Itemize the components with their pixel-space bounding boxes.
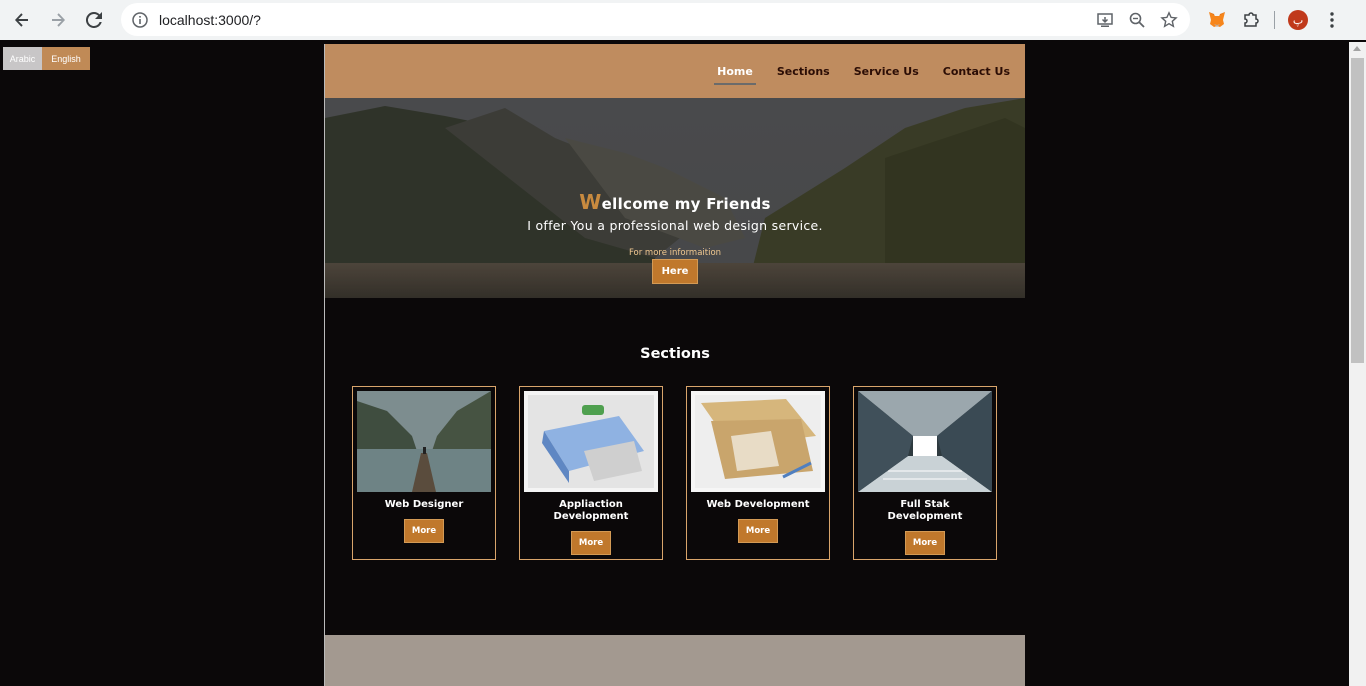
hero-banner: Wellcome my Friends I offer You a profes…	[325, 98, 1025, 298]
install-app-icon[interactable]	[1094, 9, 1116, 31]
hero-subtitle: I offer You a professional web design se…	[527, 218, 823, 233]
card-app-development: Appliaction Development More	[519, 386, 663, 560]
page-scrollbar[interactable]	[1349, 42, 1366, 686]
hero-here-button[interactable]: Here	[651, 259, 699, 284]
hero-title: Wellcome my Friends	[325, 190, 1025, 214]
nav-home[interactable]: Home	[714, 61, 756, 85]
forward-icon[interactable]	[40, 2, 76, 38]
card-full-stack: Full Stak Development More	[853, 386, 997, 560]
scrollbar-thumb[interactable]	[1351, 58, 1364, 363]
futuristic-tunnel-image	[858, 391, 992, 492]
card-title: Web Designer	[384, 499, 464, 510]
lang-arabic-button[interactable]: Arabic	[3, 47, 42, 70]
blue-binder-image	[524, 391, 658, 492]
card-title: Full Stak Development	[887, 499, 963, 522]
nav-service-us[interactable]: Service Us	[851, 61, 922, 82]
nav-contact-us[interactable]: Contact Us	[940, 61, 1013, 82]
site-info-icon[interactable]	[123, 3, 157, 36]
avatar-initial: پ	[1288, 10, 1308, 30]
browser-toolbar: localhost:3000/? پ	[0, 0, 1366, 40]
address-bar[interactable]: localhost:3000/?	[121, 3, 1190, 36]
card-web-development: Web Development More	[686, 386, 830, 560]
metamask-fox-icon[interactable]	[1200, 3, 1234, 37]
lake-landscape-image	[357, 391, 491, 492]
card-web-designer: Web Designer More	[352, 386, 496, 560]
card-title: Appliaction Development	[553, 499, 629, 522]
folder-with-pen-image	[691, 391, 825, 492]
extensions-puzzle-icon[interactable]	[1234, 3, 1268, 37]
menu-kebab-icon[interactable]	[1315, 3, 1349, 37]
top-navbar: Home Sections Service Us Contact Us	[325, 44, 1025, 98]
hero-title-rest: ellcome my Friends	[601, 195, 771, 213]
profile-avatar[interactable]: پ	[1281, 3, 1315, 37]
footer-section	[325, 635, 1025, 686]
reload-icon[interactable]	[76, 2, 112, 38]
hero-content: Wellcome my Friends I offer You a profes…	[325, 190, 1025, 284]
card-more-button[interactable]: More	[737, 519, 779, 543]
hero-more-text: For more informaition	[628, 248, 722, 258]
sections-title: Sections	[640, 346, 710, 362]
sections-cards: Web Designer More Appliaction Developmen…	[352, 386, 1002, 560]
scroll-up-arrow-icon[interactable]	[1353, 46, 1361, 51]
bookmark-star-icon[interactable]	[1158, 9, 1180, 31]
zoom-icon[interactable]	[1126, 9, 1148, 31]
back-icon[interactable]	[4, 2, 40, 38]
card-title: Web Development	[706, 499, 810, 510]
hero-title-first-letter: W	[579, 190, 602, 214]
card-more-button[interactable]: More	[570, 531, 612, 555]
toolbar-divider	[1274, 11, 1275, 29]
card-more-button[interactable]: More	[904, 531, 946, 555]
url-text[interactable]: localhost:3000/?	[159, 12, 261, 28]
page-container: Home Sections Service Us Contact Us Well…	[325, 44, 1025, 686]
lang-english-button[interactable]: English	[42, 47, 90, 70]
language-switch: Arabic English	[3, 47, 90, 70]
nav-sections[interactable]: Sections	[774, 61, 833, 82]
card-more-button[interactable]: More	[403, 519, 445, 543]
